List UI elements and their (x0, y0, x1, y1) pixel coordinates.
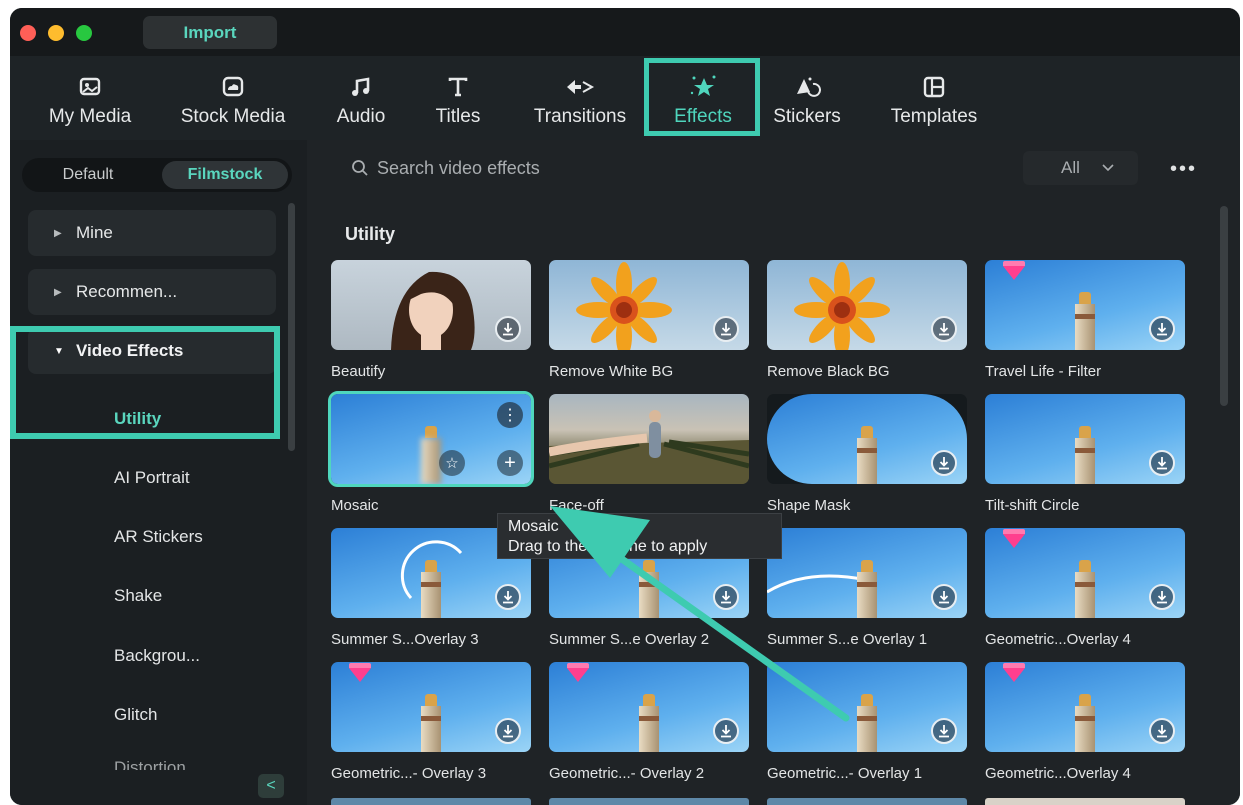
annotation-arrow-icon (550, 506, 850, 722)
app-window: Import My Media Stock Media Audio Titles (10, 8, 1240, 805)
